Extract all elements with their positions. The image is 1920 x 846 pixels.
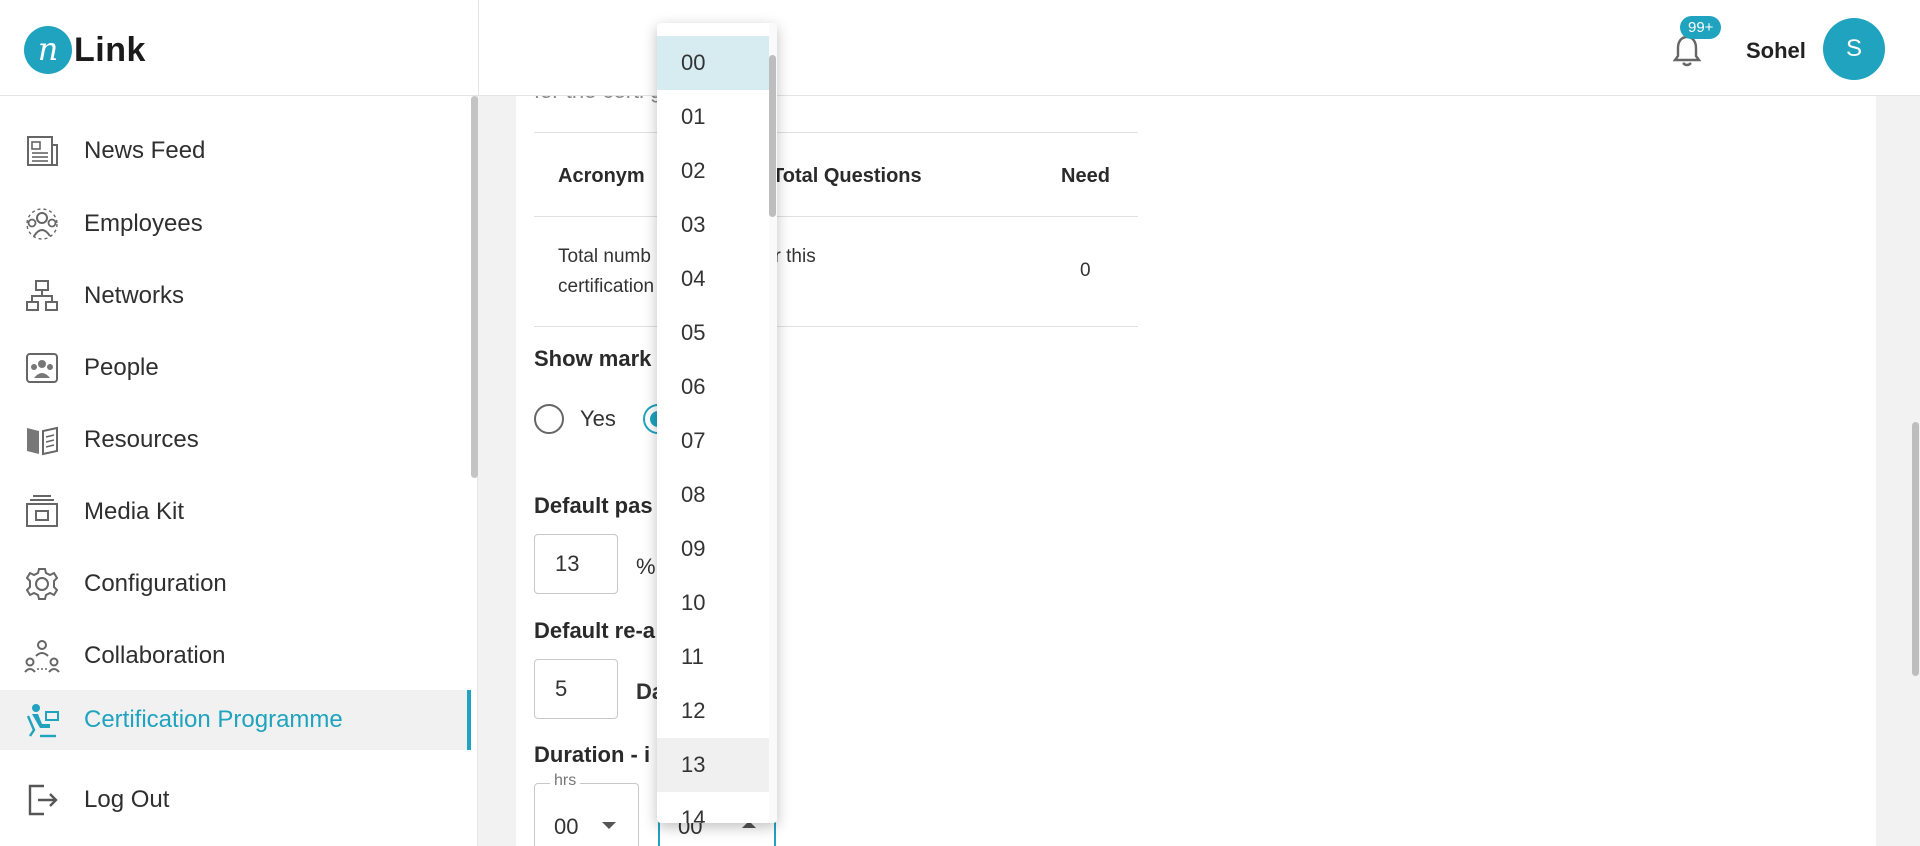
dropdown-option[interactable]: 06	[657, 360, 769, 414]
newspaper-icon	[22, 131, 62, 171]
hours-value: 00	[554, 814, 579, 839]
show-marks-yes-label[interactable]: Yes	[580, 406, 616, 432]
certification-icon	[22, 700, 62, 740]
people-icon	[22, 348, 62, 388]
sidebar-item-label: People	[84, 354, 159, 381]
sidebar-item-people[interactable]: People	[0, 338, 471, 398]
sidebar-item-employees[interactable]: Employees	[0, 194, 471, 254]
sidebar-item-label: Employees	[84, 210, 203, 237]
dropdown-option[interactable]: 01	[657, 90, 769, 144]
sidebar-item-label: Media Kit	[84, 498, 185, 525]
dropdown-option[interactable]: 14	[657, 792, 769, 823]
sidebar-item-certification-programme[interactable]: Certification Programme	[0, 690, 471, 750]
avatar[interactable]: S	[1823, 18, 1885, 80]
dropdown-option[interactable]: 05	[657, 306, 769, 360]
chevron-down-icon	[602, 822, 616, 829]
column-header-need: Need	[1061, 165, 1110, 187]
notification-badge: 99+	[1680, 16, 1722, 39]
top-header: n Link 99+ Sohel S	[0, 0, 1920, 96]
header-divider	[478, 0, 479, 96]
logo-mark: n	[24, 26, 72, 74]
sidebar-item-label: Certification Programme	[84, 706, 343, 733]
reattempt-days-input[interactable]: 5	[534, 659, 618, 719]
sidebar-item-networks[interactable]: Networks	[0, 266, 471, 326]
dropdown-option[interactable]: 08	[657, 468, 769, 522]
sidebar-item-news-feed[interactable]: News Feed	[0, 121, 471, 181]
app-logo[interactable]: n Link	[24, 26, 146, 74]
sidebar-item-label: News Feed	[84, 137, 206, 164]
sidebar-item-label: Resources	[84, 426, 199, 453]
sidebar: News Feed Employees Networks People Reso…	[0, 96, 478, 846]
dropdown-option[interactable]: 10	[657, 576, 769, 630]
sidebar-item-media-kit[interactable]: Media Kit	[0, 482, 471, 542]
page-scrollbar[interactable]	[1910, 0, 1920, 846]
dropdown-option[interactable]: 02	[657, 144, 769, 198]
sidebar-item-configuration[interactable]: Configuration	[0, 554, 471, 614]
media-kit-icon	[22, 492, 62, 532]
sidebar-item-label: Collaboration	[84, 642, 226, 669]
percent-suffix: %	[636, 554, 656, 579]
dropdown-option[interactable]: 13	[657, 738, 769, 792]
sidebar-scrollbar[interactable]	[471, 96, 478, 846]
collaboration-icon	[22, 636, 62, 676]
column-header-acronym: Acronym	[558, 165, 645, 187]
pass-percentage-input[interactable]: 13	[534, 534, 618, 594]
dropdown-option[interactable]: 12	[657, 684, 769, 738]
employees-icon	[22, 204, 62, 244]
user-name[interactable]: Sohel	[1746, 38, 1806, 64]
table-divider	[534, 132, 1138, 133]
duration-label: Duration - i	[534, 742, 651, 767]
gear-icon	[22, 564, 62, 604]
logo-text: Link	[74, 30, 146, 69]
sidebar-item-log-out[interactable]: Log Out	[0, 770, 471, 830]
dropdown-scroll-thumb[interactable]	[769, 55, 776, 217]
network-icon	[22, 276, 62, 316]
reattempt-label: Default re-a	[534, 618, 656, 643]
dropdown-option[interactable]: 04	[657, 252, 769, 306]
dropdown-option[interactable]: 07	[657, 414, 769, 468]
dropdown-option[interactable]: 03	[657, 198, 769, 252]
book-icon	[22, 420, 62, 460]
bell-icon[interactable]	[1672, 34, 1702, 68]
dropdown-option[interactable]: 00	[657, 36, 769, 90]
sidebar-scroll-thumb[interactable]	[471, 96, 478, 478]
table-cell-need: 0	[1080, 260, 1091, 281]
sidebar-item-resources[interactable]: Resources	[0, 410, 471, 470]
logout-icon	[22, 780, 62, 820]
table-divider	[534, 326, 1138, 327]
column-header-total-questions: Total Questions	[772, 165, 922, 187]
sidebar-item-label: Log Out	[84, 786, 170, 813]
sidebar-item-collaboration[interactable]: Collaboration	[0, 626, 471, 686]
sidebar-item-label: Networks	[84, 282, 185, 309]
show-marks-yes-radio[interactable]	[534, 404, 564, 434]
table-divider	[534, 216, 1138, 217]
dropdown-option[interactable]: 09	[657, 522, 769, 576]
dropdown-option[interactable]: 11	[657, 630, 769, 684]
minutes-dropdown-list[interactable]: 00 01 02 03 04 05 06 07 08 09 10 11 12 1…	[657, 23, 777, 823]
page-scroll-thumb[interactable]	[1912, 422, 1919, 676]
duration-hours-select[interactable]	[534, 783, 639, 846]
sidebar-item-label: Configuration	[84, 570, 227, 597]
hrs-legend: hrs	[550, 772, 581, 790]
